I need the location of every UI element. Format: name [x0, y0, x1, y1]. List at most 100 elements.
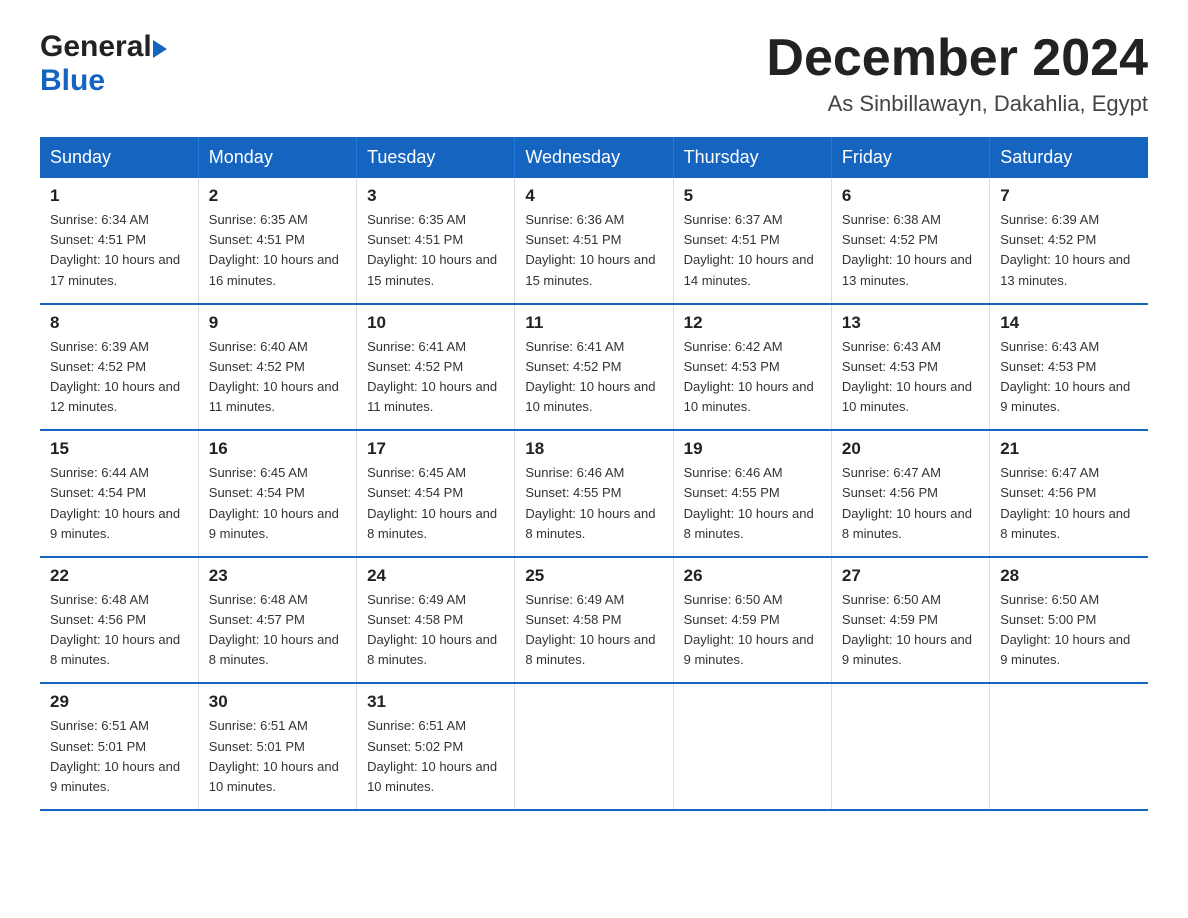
sunset-label: Sunset: 4:51 PM	[209, 232, 305, 247]
sunrise-label: Sunrise: 6:44 AM	[50, 465, 149, 480]
day-number: 12	[684, 313, 821, 333]
calendar-cell: 6 Sunrise: 6:38 AM Sunset: 4:52 PM Dayli…	[831, 178, 989, 304]
sunrise-label: Sunrise: 6:48 AM	[209, 592, 308, 607]
day-info: Sunrise: 6:39 AM Sunset: 4:52 PM Dayligh…	[50, 337, 188, 418]
daylight-label: Daylight: 10 hours and 9 minutes.	[1000, 379, 1130, 414]
sunset-label: Sunset: 4:52 PM	[525, 359, 621, 374]
calendar-week-row: 22 Sunrise: 6:48 AM Sunset: 4:56 PM Dayl…	[40, 557, 1148, 684]
daylight-label: Daylight: 10 hours and 8 minutes.	[1000, 506, 1130, 541]
sunrise-label: Sunrise: 6:49 AM	[367, 592, 466, 607]
day-number: 14	[1000, 313, 1138, 333]
calendar-cell	[831, 683, 989, 810]
calendar-cell: 27 Sunrise: 6:50 AM Sunset: 4:59 PM Dayl…	[831, 557, 989, 684]
sunset-label: Sunset: 4:57 PM	[209, 612, 305, 627]
sunset-label: Sunset: 4:51 PM	[367, 232, 463, 247]
sunset-label: Sunset: 4:54 PM	[50, 485, 146, 500]
day-number: 21	[1000, 439, 1138, 459]
calendar-cell: 31 Sunrise: 6:51 AM Sunset: 5:02 PM Dayl…	[357, 683, 515, 810]
sunset-label: Sunset: 4:53 PM	[842, 359, 938, 374]
day-number: 13	[842, 313, 979, 333]
sunrise-label: Sunrise: 6:46 AM	[525, 465, 624, 480]
day-info: Sunrise: 6:51 AM Sunset: 5:02 PM Dayligh…	[367, 716, 504, 797]
sunrise-label: Sunrise: 6:45 AM	[209, 465, 308, 480]
calendar-cell: 14 Sunrise: 6:43 AM Sunset: 4:53 PM Dayl…	[990, 304, 1148, 431]
day-number: 30	[209, 692, 346, 712]
daylight-label: Daylight: 10 hours and 13 minutes.	[1000, 252, 1130, 287]
calendar-cell: 2 Sunrise: 6:35 AM Sunset: 4:51 PM Dayli…	[198, 178, 356, 304]
day-info: Sunrise: 6:50 AM Sunset: 4:59 PM Dayligh…	[684, 590, 821, 671]
daylight-label: Daylight: 10 hours and 9 minutes.	[50, 759, 180, 794]
daylight-label: Daylight: 10 hours and 9 minutes.	[1000, 632, 1130, 667]
calendar-week-row: 15 Sunrise: 6:44 AM Sunset: 4:54 PM Dayl…	[40, 430, 1148, 557]
sunset-label: Sunset: 4:56 PM	[1000, 485, 1096, 500]
day-info: Sunrise: 6:45 AM Sunset: 4:54 PM Dayligh…	[367, 463, 504, 544]
calendar-table: SundayMondayTuesdayWednesdayThursdayFrid…	[40, 137, 1148, 811]
daylight-label: Daylight: 10 hours and 10 minutes.	[684, 379, 814, 414]
calendar-cell: 21 Sunrise: 6:47 AM Sunset: 4:56 PM Dayl…	[990, 430, 1148, 557]
sunset-label: Sunset: 4:52 PM	[367, 359, 463, 374]
day-info: Sunrise: 6:49 AM Sunset: 4:58 PM Dayligh…	[367, 590, 504, 671]
sunset-label: Sunset: 4:51 PM	[50, 232, 146, 247]
sunrise-label: Sunrise: 6:43 AM	[1000, 339, 1099, 354]
day-info: Sunrise: 6:48 AM Sunset: 4:56 PM Dayligh…	[50, 590, 188, 671]
day-number: 19	[684, 439, 821, 459]
day-info: Sunrise: 6:41 AM Sunset: 4:52 PM Dayligh…	[525, 337, 662, 418]
sunrise-label: Sunrise: 6:47 AM	[1000, 465, 1099, 480]
sunrise-label: Sunrise: 6:42 AM	[684, 339, 783, 354]
daylight-label: Daylight: 10 hours and 11 minutes.	[367, 379, 497, 414]
calendar-cell: 13 Sunrise: 6:43 AM Sunset: 4:53 PM Dayl…	[831, 304, 989, 431]
calendar-cell: 3 Sunrise: 6:35 AM Sunset: 4:51 PM Dayli…	[357, 178, 515, 304]
day-number: 3	[367, 186, 504, 206]
day-info: Sunrise: 6:51 AM Sunset: 5:01 PM Dayligh…	[209, 716, 346, 797]
day-number: 27	[842, 566, 979, 586]
daylight-label: Daylight: 10 hours and 10 minutes.	[367, 759, 497, 794]
calendar-cell: 19 Sunrise: 6:46 AM Sunset: 4:55 PM Dayl…	[673, 430, 831, 557]
daylight-label: Daylight: 10 hours and 9 minutes.	[842, 632, 972, 667]
calendar-cell: 18 Sunrise: 6:46 AM Sunset: 4:55 PM Dayl…	[515, 430, 673, 557]
day-number: 2	[209, 186, 346, 206]
sunset-label: Sunset: 4:58 PM	[525, 612, 621, 627]
sunrise-label: Sunrise: 6:35 AM	[209, 212, 308, 227]
day-number: 25	[525, 566, 662, 586]
calendar-cell: 24 Sunrise: 6:49 AM Sunset: 4:58 PM Dayl…	[357, 557, 515, 684]
daylight-label: Daylight: 10 hours and 8 minutes.	[842, 506, 972, 541]
sunset-label: Sunset: 4:51 PM	[684, 232, 780, 247]
calendar-cell: 28 Sunrise: 6:50 AM Sunset: 5:00 PM Dayl…	[990, 557, 1148, 684]
daylight-label: Daylight: 10 hours and 15 minutes.	[367, 252, 497, 287]
day-info: Sunrise: 6:50 AM Sunset: 4:59 PM Dayligh…	[842, 590, 979, 671]
day-info: Sunrise: 6:46 AM Sunset: 4:55 PM Dayligh…	[525, 463, 662, 544]
sunrise-label: Sunrise: 6:45 AM	[367, 465, 466, 480]
sunrise-label: Sunrise: 6:34 AM	[50, 212, 149, 227]
daylight-label: Daylight: 10 hours and 8 minutes.	[209, 632, 339, 667]
daylight-label: Daylight: 10 hours and 8 minutes.	[367, 506, 497, 541]
day-number: 29	[50, 692, 188, 712]
day-number: 24	[367, 566, 504, 586]
sunrise-label: Sunrise: 6:50 AM	[842, 592, 941, 607]
calendar-cell: 10 Sunrise: 6:41 AM Sunset: 4:52 PM Dayl…	[357, 304, 515, 431]
day-info: Sunrise: 6:41 AM Sunset: 4:52 PM Dayligh…	[367, 337, 504, 418]
sunrise-label: Sunrise: 6:50 AM	[1000, 592, 1099, 607]
daylight-label: Daylight: 10 hours and 12 minutes.	[50, 379, 180, 414]
calendar-week-row: 29 Sunrise: 6:51 AM Sunset: 5:01 PM Dayl…	[40, 683, 1148, 810]
calendar-header-row: SundayMondayTuesdayWednesdayThursdayFrid…	[40, 137, 1148, 178]
sunset-label: Sunset: 5:02 PM	[367, 739, 463, 754]
calendar-cell: 16 Sunrise: 6:45 AM Sunset: 4:54 PM Dayl…	[198, 430, 356, 557]
day-info: Sunrise: 6:37 AM Sunset: 4:51 PM Dayligh…	[684, 210, 821, 291]
sunrise-label: Sunrise: 6:43 AM	[842, 339, 941, 354]
day-info: Sunrise: 6:43 AM Sunset: 4:53 PM Dayligh…	[842, 337, 979, 418]
day-info: Sunrise: 6:43 AM Sunset: 4:53 PM Dayligh…	[1000, 337, 1138, 418]
day-info: Sunrise: 6:39 AM Sunset: 4:52 PM Dayligh…	[1000, 210, 1138, 291]
calendar-cell: 29 Sunrise: 6:51 AM Sunset: 5:01 PM Dayl…	[40, 683, 198, 810]
day-info: Sunrise: 6:50 AM Sunset: 5:00 PM Dayligh…	[1000, 590, 1138, 671]
daylight-label: Daylight: 10 hours and 10 minutes.	[525, 379, 655, 414]
sunset-label: Sunset: 4:51 PM	[525, 232, 621, 247]
sunrise-label: Sunrise: 6:41 AM	[525, 339, 624, 354]
calendar-cell: 4 Sunrise: 6:36 AM Sunset: 4:51 PM Dayli…	[515, 178, 673, 304]
day-number: 18	[525, 439, 662, 459]
day-number: 16	[209, 439, 346, 459]
sunset-label: Sunset: 4:54 PM	[367, 485, 463, 500]
day-info: Sunrise: 6:35 AM Sunset: 4:51 PM Dayligh…	[367, 210, 504, 291]
daylight-label: Daylight: 10 hours and 8 minutes.	[525, 632, 655, 667]
sunset-label: Sunset: 4:54 PM	[209, 485, 305, 500]
day-number: 4	[525, 186, 662, 206]
